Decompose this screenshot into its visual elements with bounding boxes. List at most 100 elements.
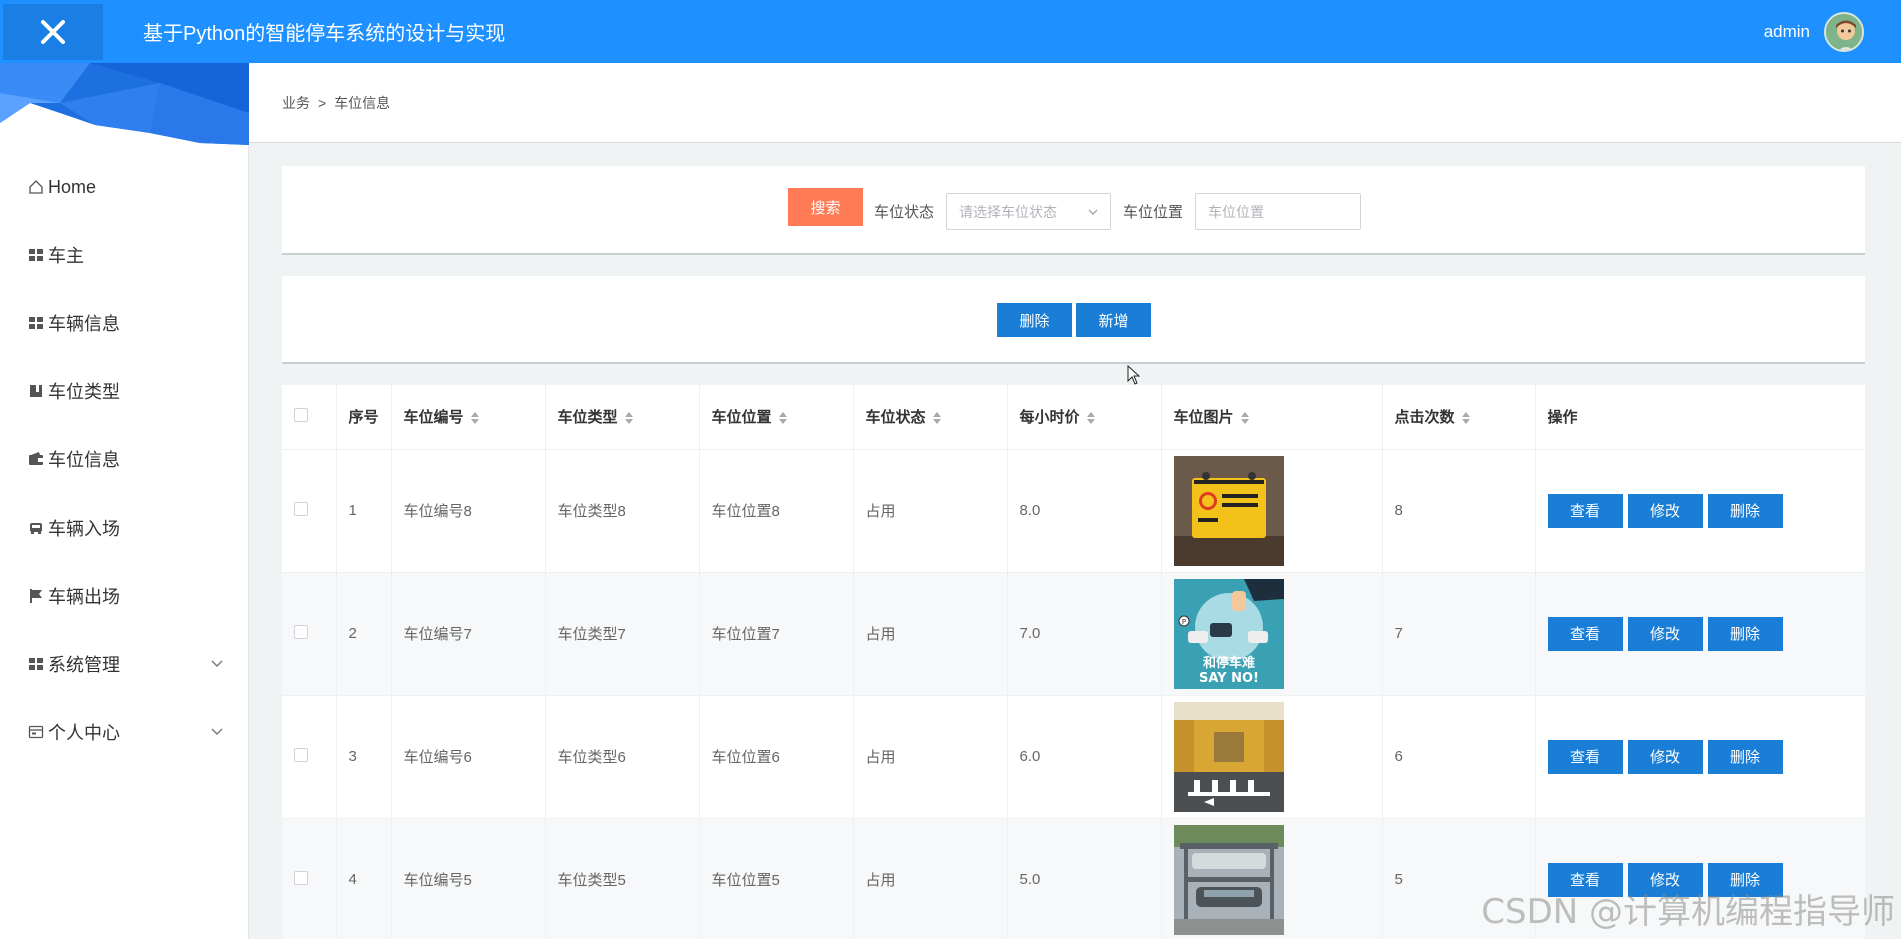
user-menu[interactable]: admin	[1764, 0, 1864, 63]
sidebar-item-vehicle-info[interactable]: 车辆信息	[0, 303, 249, 343]
header-code[interactable]: 车位编号	[391, 385, 546, 450]
app-title: 基于Python的智能停车系统的设计与实现	[143, 23, 506, 45]
delete-button[interactable]: 删除	[1707, 739, 1783, 774]
svg-text:P: P	[1181, 618, 1185, 626]
sort-icon[interactable]	[1461, 411, 1471, 425]
sort-icon[interactable]	[932, 411, 942, 425]
row-select-cell	[282, 695, 337, 819]
sort-icon[interactable]	[470, 411, 480, 425]
sidebar-item-home[interactable]: Home	[0, 167, 249, 207]
cell-status: 占用	[853, 449, 1008, 573]
garage-photo-image[interactable]	[1173, 701, 1284, 812]
stacked-parking-photo-image[interactable]	[1173, 824, 1284, 935]
header-price[interactable]: 每小时价	[1007, 385, 1162, 450]
header-type-label: 车位类型	[557, 409, 618, 427]
breadcrumb: 业务 > 车位信息	[249, 63, 1901, 143]
sidebar-item-label: 系统管理	[48, 655, 120, 675]
header-clicks[interactable]: 点击次数	[1382, 385, 1536, 450]
cell-index: 3	[336, 695, 392, 819]
sidebar-item-system-management[interactable]: 系统管理	[0, 644, 249, 684]
cell-index: 2	[336, 572, 392, 696]
row-checkbox[interactable]	[294, 624, 308, 639]
cell-type: 车位类型7	[545, 572, 700, 696]
sort-icon[interactable]	[1086, 411, 1096, 425]
sidebar-item-label: 车位类型	[48, 382, 120, 402]
sort-icon[interactable]	[624, 411, 634, 425]
table-row: 1 车位编号8 车位类型8 车位位置8 占用 8.0 8 查看 修改 删除	[282, 449, 1865, 573]
cell-price: 8.0	[1007, 449, 1162, 573]
cell-location: 车位位置5	[699, 818, 854, 939]
sidebar-item-vehicle-exit[interactable]: 车辆出场	[0, 576, 249, 616]
cell-index: 1	[336, 449, 392, 573]
delete-button[interactable]: 删除	[1707, 616, 1783, 651]
sidebar-item-label: 车主	[48, 246, 84, 266]
header-location-label: 车位位置	[711, 409, 772, 427]
card-icon	[28, 724, 44, 740]
sidebar-item-vehicle-entry[interactable]: 车辆入场	[0, 508, 249, 548]
cell-ops: 查看 修改 删除	[1535, 449, 1865, 573]
action-panel: 删除 新增	[282, 276, 1865, 364]
watermark: CSDN @计算机编程指导师	[1481, 892, 1895, 932]
sidebar-item-label: 个人中心	[48, 723, 120, 743]
breadcrumb-parent[interactable]: 业务	[282, 93, 310, 113]
sidebar-item-label: 车位信息	[48, 450, 120, 470]
avatar-icon	[1826, 13, 1862, 50]
header-code-label: 车位编号	[403, 409, 464, 427]
sort-icon[interactable]	[778, 411, 788, 425]
edit-button[interactable]: 修改	[1627, 493, 1703, 528]
sort-icon[interactable]	[1240, 411, 1250, 425]
select-all-checkbox[interactable]	[294, 407, 308, 422]
sidebar-item-owner[interactable]: 车主	[0, 235, 249, 275]
view-button[interactable]: 查看	[1547, 493, 1623, 528]
row-checkbox[interactable]	[294, 747, 308, 762]
table-row: 2 车位编号7 车位类型7 车位位置7 占用 7.0 P 和停车难 SAY NO…	[282, 572, 1865, 696]
sidebar-item-personal-center[interactable]: 个人中心	[0, 712, 249, 752]
sidebar-item-label: Home	[48, 176, 97, 197]
header-type[interactable]: 车位类型	[545, 385, 700, 450]
row-select-cell	[282, 449, 337, 573]
sidebar-item-space-type[interactable]: 车位类型	[0, 371, 249, 411]
select-all-cell	[282, 385, 337, 450]
header-clicks-label: 点击次数	[1394, 409, 1455, 427]
cell-price: 7.0	[1007, 572, 1162, 696]
row-select-cell	[282, 572, 337, 696]
cell-status: 占用	[853, 695, 1008, 819]
cell-type: 车位类型6	[545, 695, 700, 819]
add-button[interactable]: 新增	[1076, 303, 1151, 337]
header-status[interactable]: 车位状态	[853, 385, 1008, 450]
cell-location: 车位位置8	[699, 449, 854, 573]
header-status-label: 车位状态	[865, 409, 926, 427]
avatar[interactable]	[1824, 11, 1864, 52]
no-parking-sign-image[interactable]	[1173, 455, 1284, 566]
cell-code: 车位编号6	[391, 695, 546, 819]
row-checkbox[interactable]	[294, 870, 308, 885]
batch-delete-button[interactable]: 删除	[997, 303, 1072, 337]
sidebar-item-label: 车辆出场	[48, 587, 120, 607]
parking-illustration-image[interactable]: P 和停车难 SAY NO!	[1173, 578, 1284, 689]
row-checkbox[interactable]	[294, 501, 308, 516]
breadcrumb-separator: >	[318, 94, 327, 111]
grid-icon	[28, 656, 44, 672]
cell-ops: 查看 修改 删除	[1535, 695, 1865, 819]
status-select[interactable]: 请选择车位状态	[946, 193, 1111, 230]
edit-button[interactable]: 修改	[1627, 616, 1703, 651]
cell-clicks: 8	[1382, 449, 1536, 573]
mouse-cursor-icon	[1127, 365, 1141, 385]
header-price-label: 每小时价	[1019, 409, 1080, 427]
search-button[interactable]: 搜索	[788, 188, 863, 226]
cell-clicks: 7	[1382, 572, 1536, 696]
close-button[interactable]	[3, 3, 103, 60]
view-button[interactable]: 查看	[1547, 739, 1623, 774]
location-input[interactable]	[1195, 193, 1361, 230]
delete-button[interactable]: 删除	[1707, 493, 1783, 528]
sidebar-item-space-info[interactable]: 车位信息	[0, 439, 249, 479]
cell-price: 5.0	[1007, 818, 1162, 939]
view-button[interactable]: 查看	[1547, 616, 1623, 651]
edit-button[interactable]: 修改	[1627, 739, 1703, 774]
header-location[interactable]: 车位位置	[699, 385, 854, 450]
grid-icon	[28, 247, 44, 263]
sidebar: Home 车主 车辆信息 车位类型 车位信息 车辆入场 车辆出场 系统管理 个人…	[0, 63, 249, 939]
header-image[interactable]: 车位图片	[1161, 385, 1383, 450]
status-select-placeholder: 请选择车位状态	[959, 203, 1057, 220]
flag-icon	[28, 588, 44, 604]
